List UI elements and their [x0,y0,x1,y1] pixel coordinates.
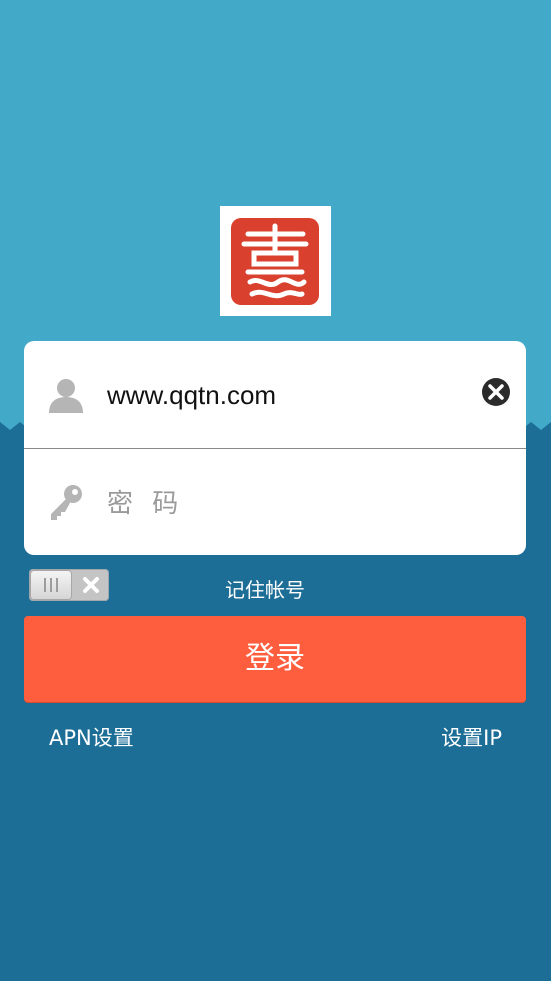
password-input[interactable] [107,479,467,527]
app-logo [220,206,331,316]
login-card [24,341,526,555]
username-row [24,341,526,448]
clear-icon[interactable] [481,377,511,407]
toggle-x-icon [83,577,99,593]
toggle-knob[interactable] [31,571,71,599]
username-input[interactable] [107,371,467,419]
apn-settings-link[interactable]: APN设置 [49,722,134,752]
login-button[interactable]: 登录 [24,616,526,702]
remember-toggle[interactable] [29,569,109,601]
set-ip-link[interactable]: 设置IP [441,722,502,752]
key-icon [51,485,82,520]
user-icon [49,379,83,413]
password-row [24,449,526,555]
remember-label: 记住帐号 [225,578,305,602]
